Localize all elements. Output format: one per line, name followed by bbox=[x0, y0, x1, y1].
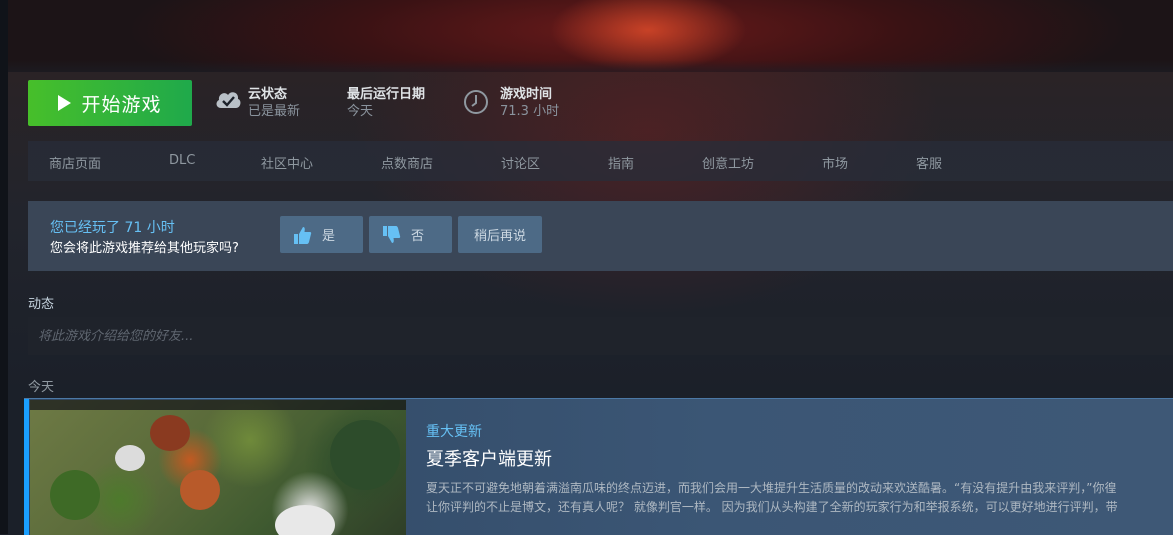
nav-points-shop[interactable]: 点数商店 bbox=[381, 153, 433, 172]
nav-store-page[interactable]: 商店页面 bbox=[49, 153, 101, 172]
news-tag: 重大更新 bbox=[426, 424, 482, 440]
thumbs-up-icon bbox=[294, 226, 312, 244]
thumbnail-detail bbox=[180, 470, 220, 510]
share-input[interactable] bbox=[28, 317, 1173, 355]
cloud-check-icon bbox=[216, 92, 241, 108]
recommend-no-button[interactable]: 否 bbox=[369, 216, 452, 253]
news-thumbnail bbox=[30, 400, 406, 535]
last-played: 最后运行日期 今天 bbox=[347, 86, 457, 122]
nav-discussions[interactable]: 讨论区 bbox=[501, 153, 540, 172]
feed-date-label: 今天 bbox=[28, 380, 55, 395]
review-later-button[interactable]: 稍后再说 bbox=[458, 216, 542, 253]
review-playtime-text: 您已经玩了 71 小时 bbox=[50, 220, 175, 236]
activity-heading: 动态 bbox=[28, 297, 55, 312]
thumbnail-hud bbox=[30, 400, 406, 410]
last-played-value: 今天 bbox=[347, 104, 374, 119]
news-body-line: 让你评判的不止是博文，还有真人呢？ 就像判官一样。 因为我们从头构建了全新的玩家… bbox=[426, 500, 1118, 514]
thumbnail-detail bbox=[275, 505, 335, 535]
play-time-value: 71.3 小时 bbox=[500, 104, 560, 119]
cloud-status-value: 已是最新 bbox=[248, 104, 301, 119]
nav-guides[interactable]: 指南 bbox=[608, 153, 634, 172]
news-card[interactable]: 重大更新 夏季客户端更新 夏天正不可避免地朝着满溢南瓜味的终点迈进，而我们会用一… bbox=[24, 398, 1173, 535]
play-time-title: 游戏时间 bbox=[500, 87, 553, 102]
recommend-yes-label: 是 bbox=[322, 229, 336, 244]
review-later-label: 稍后再说 bbox=[473, 229, 526, 244]
review-question: 您会将此游戏推荐给其他玩家吗? bbox=[50, 241, 239, 256]
thumbnail-detail bbox=[150, 415, 190, 451]
game-nav-bar: 商店页面 DLC 社区中心 点数商店 讨论区 指南 创意工坊 市场 客服 bbox=[28, 141, 1173, 181]
news-body-line: 夏天正不可避免地朝着满溢南瓜味的终点迈进，而我们会用一大堆提升生活质量的改动来欢… bbox=[426, 481, 1117, 495]
thumbnail-detail bbox=[50, 470, 100, 520]
news-title: 夏季客户端更新 bbox=[426, 449, 552, 470]
play-button-label: 开始游戏 bbox=[81, 93, 162, 116]
cloud-status-title: 云状态 bbox=[248, 87, 288, 102]
play-button[interactable]: 开始游戏 bbox=[28, 80, 192, 126]
thumbnail-detail bbox=[115, 445, 145, 471]
play-time: 游戏时间 71.3 小时 bbox=[463, 86, 583, 122]
play-icon bbox=[58, 95, 72, 111]
news-accent-bar bbox=[24, 399, 29, 535]
left-edge bbox=[0, 0, 8, 534]
nav-community-hub[interactable]: 社区中心 bbox=[261, 153, 313, 172]
nav-market[interactable]: 市场 bbox=[822, 153, 848, 172]
thumbnail-detail bbox=[330, 420, 400, 490]
clock-icon bbox=[464, 90, 488, 114]
nav-dlc[interactable]: DLC bbox=[169, 153, 195, 168]
thumbs-down-icon bbox=[383, 225, 401, 243]
nav-workshop[interactable]: 创意工坊 bbox=[702, 153, 754, 172]
news-body: 夏天正不可避免地朝着满溢南瓜味的终点迈进，而我们会用一大堆提升生活质量的改动来欢… bbox=[426, 479, 1171, 517]
recommend-no-label: 否 bbox=[411, 229, 425, 244]
review-prompt: 您已经玩了 71 小时 您会将此游戏推荐给其他玩家吗? 是 否 稍后再说 bbox=[28, 201, 1173, 271]
cloud-status[interactable]: 云状态 已是最新 bbox=[214, 86, 334, 122]
last-played-title: 最后运行日期 bbox=[347, 87, 426, 102]
nav-support[interactable]: 客服 bbox=[916, 153, 942, 172]
recommend-yes-button[interactable]: 是 bbox=[280, 216, 363, 253]
